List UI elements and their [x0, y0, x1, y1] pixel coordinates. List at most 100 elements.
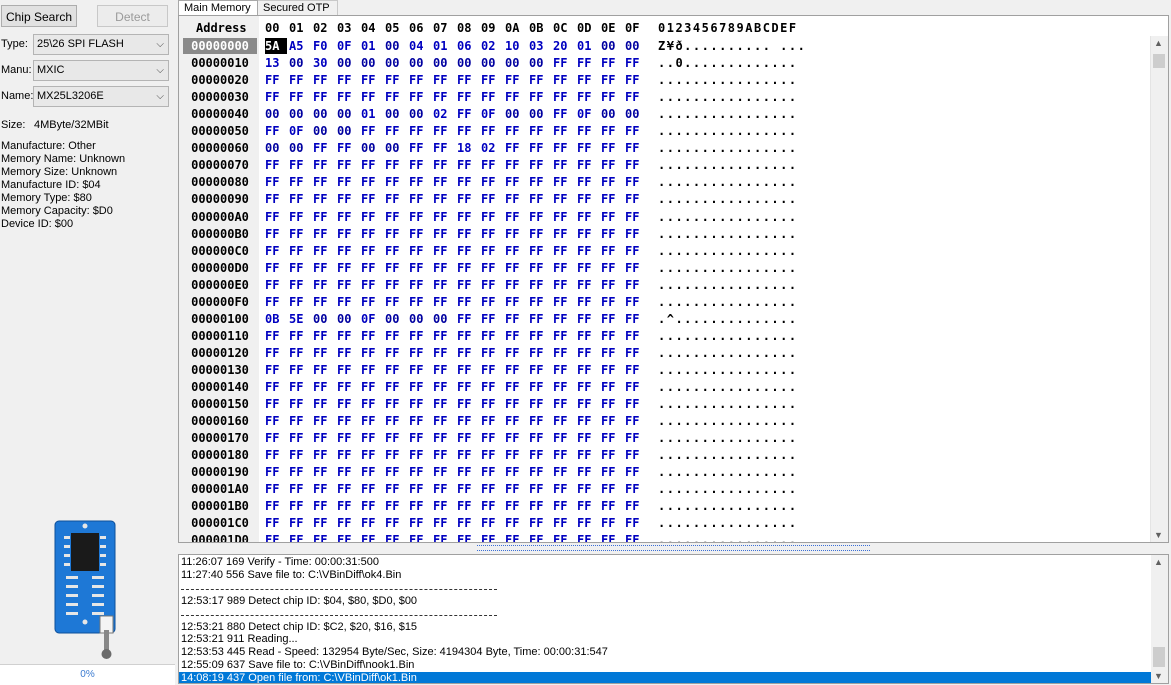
hex-byte[interactable]: FF — [313, 243, 335, 259]
hex-byte[interactable]: FF — [385, 72, 407, 88]
hex-byte[interactable]: FF — [313, 191, 335, 207]
hex-byte[interactable]: FF — [577, 260, 599, 276]
hex-byte[interactable]: FF — [625, 72, 647, 88]
hex-byte[interactable]: FF — [265, 362, 287, 378]
hex-byte[interactable]: FF — [625, 89, 647, 105]
hex-byte[interactable]: FF — [289, 260, 311, 276]
hex-byte[interactable]: FF — [601, 498, 623, 514]
hex-byte[interactable]: 0F — [481, 106, 503, 122]
hex-byte[interactable]: 00 — [289, 106, 311, 122]
log-line[interactable]: 11:27:40 556 Save file to: C:\VBinDiff\o… — [181, 569, 401, 582]
name-select[interactable]: MX25L3206E ⌵ — [33, 86, 169, 107]
hex-byte[interactable]: FF — [385, 481, 407, 497]
hex-byte[interactable]: FF — [625, 413, 647, 429]
hex-byte[interactable]: FF — [577, 498, 599, 514]
hex-byte[interactable]: FF — [601, 328, 623, 344]
hex-byte[interactable]: 00 — [457, 55, 479, 71]
hex-byte[interactable]: FF — [385, 430, 407, 446]
hex-byte[interactable]: FF — [289, 345, 311, 361]
hex-byte[interactable]: 02 — [481, 38, 503, 54]
hex-byte[interactable]: 00 — [289, 55, 311, 71]
hex-byte[interactable]: FF — [505, 174, 527, 190]
hex-row[interactable]: 000000A0 FF FF FF FF FF FF FF FF FF FF FF FF FF FF FF FF… — [179, 209, 1154, 226]
hex-row[interactable]: 00000030 FF FF FF FF FF FF FF FF FF FF FF FF FF FF FF FF… — [179, 89, 1154, 106]
hex-row[interactable]: 00000160 FF FF FF FF FF FF FF FF FF FF FF FF FF FF FF FF… — [179, 413, 1154, 430]
hex-byte[interactable]: FF — [265, 157, 287, 173]
hex-byte[interactable]: FF — [313, 413, 335, 429]
hex-byte[interactable]: FF — [553, 396, 575, 412]
hex-byte[interactable]: 03 — [529, 38, 551, 54]
hex-byte[interactable]: FF — [577, 174, 599, 190]
hex-byte[interactable]: FF — [457, 379, 479, 395]
hex-byte[interactable]: FF — [529, 157, 551, 173]
scroll-up-icon[interactable]: ▲ — [1154, 38, 1163, 48]
hex-byte[interactable]: FF — [409, 345, 431, 361]
hex-byte[interactable]: FF — [289, 209, 311, 225]
hex-row[interactable]: 000000C0 FF FF FF FF FF FF FF FF FF FF FF FF FF FF FF FF… — [179, 243, 1154, 260]
hex-byte[interactable]: FF — [577, 328, 599, 344]
hex-byte[interactable]: FF — [337, 226, 359, 242]
hex-byte[interactable]: FF — [313, 277, 335, 293]
hex-byte[interactable]: FF — [601, 362, 623, 378]
hex-byte[interactable]: FF — [529, 396, 551, 412]
hex-byte[interactable]: FF — [409, 157, 431, 173]
hex-byte[interactable]: FF — [457, 226, 479, 242]
hex-byte[interactable]: 00 — [409, 55, 431, 71]
hex-byte[interactable]: FF — [385, 532, 407, 542]
hex-byte[interactable]: FF — [289, 243, 311, 259]
hex-byte[interactable]: FF — [625, 191, 647, 207]
hex-byte[interactable]: FF — [553, 362, 575, 378]
hex-row[interactable]: 00000150 FF FF FF FF FF FF FF FF FF FF FF FF FF FF FF FF… — [179, 396, 1154, 413]
hex-byte[interactable]: 00 — [481, 55, 503, 71]
hex-byte[interactable]: FF — [361, 243, 383, 259]
hex-byte[interactable]: FF — [505, 89, 527, 105]
hex-byte[interactable]: FF — [385, 191, 407, 207]
hex-byte[interactable]: FF — [409, 174, 431, 190]
ascii-text[interactable]: ................ — [658, 140, 798, 156]
hex-byte[interactable]: FF — [529, 464, 551, 480]
hex-byte[interactable]: FF — [289, 515, 311, 531]
hex-byte[interactable]: FF — [505, 498, 527, 514]
hex-byte[interactable]: FF — [553, 72, 575, 88]
hex-byte[interactable]: FF — [409, 123, 431, 139]
hex-byte[interactable]: FF — [601, 191, 623, 207]
ascii-text[interactable]: ................ — [658, 157, 798, 173]
hex-byte[interactable]: FF — [433, 72, 455, 88]
hex-byte[interactable]: FF — [481, 481, 503, 497]
hex-byte[interactable]: FF — [577, 396, 599, 412]
hex-byte[interactable]: FF — [553, 430, 575, 446]
log-line[interactable]: 12:53:17 989 Detect chip ID: $04, $80, $… — [181, 595, 417, 608]
hex-byte[interactable]: FF — [361, 174, 383, 190]
hex-byte[interactable]: 0F — [577, 106, 599, 122]
hex-byte[interactable]: 00 — [265, 140, 287, 156]
hex-byte[interactable]: FF — [625, 515, 647, 531]
hex-byte[interactable]: FF — [481, 72, 503, 88]
hex-byte[interactable]: FF — [265, 328, 287, 344]
hex-byte[interactable]: FF — [601, 123, 623, 139]
hex-byte[interactable]: 00 — [625, 38, 647, 54]
hex-byte[interactable]: FF — [625, 379, 647, 395]
hex-byte[interactable]: FF — [625, 464, 647, 480]
ascii-text[interactable]: ................ — [658, 498, 798, 514]
hex-row[interactable]: 00000070 FF FF FF FF FF FF FF FF FF FF FF FF FF FF FF FF… — [179, 157, 1154, 174]
hex-byte[interactable]: FF — [601, 464, 623, 480]
hex-byte[interactable]: FF — [457, 498, 479, 514]
hex-byte[interactable]: FF — [505, 464, 527, 480]
hex-byte[interactable]: FF — [529, 72, 551, 88]
hex-row[interactable]: 00000190 FF FF FF FF FF FF FF FF FF FF FF FF FF FF FF FF… — [179, 464, 1154, 481]
hex-byte[interactable]: FF — [457, 209, 479, 225]
scroll-down-icon[interactable]: ▼ — [1154, 530, 1163, 540]
hex-byte[interactable]: FF — [577, 89, 599, 105]
hex-byte[interactable]: FF — [601, 294, 623, 310]
hex-byte[interactable]: FF — [505, 413, 527, 429]
hex-byte[interactable]: FF — [433, 226, 455, 242]
hex-byte[interactable]: FF — [577, 140, 599, 156]
hex-byte[interactable]: FF — [457, 191, 479, 207]
hex-row[interactable]: 00000020 FF FF FF FF FF FF FF FF FF FF FF FF FF FF FF FF… — [179, 72, 1154, 89]
hex-byte[interactable]: 0F — [289, 123, 311, 139]
hex-byte[interactable]: FF — [433, 140, 455, 156]
hex-byte[interactable]: FF — [361, 157, 383, 173]
hex-byte[interactable]: FF — [481, 515, 503, 531]
hex-byte[interactable]: FF — [529, 362, 551, 378]
hex-byte[interactable]: FF — [289, 362, 311, 378]
